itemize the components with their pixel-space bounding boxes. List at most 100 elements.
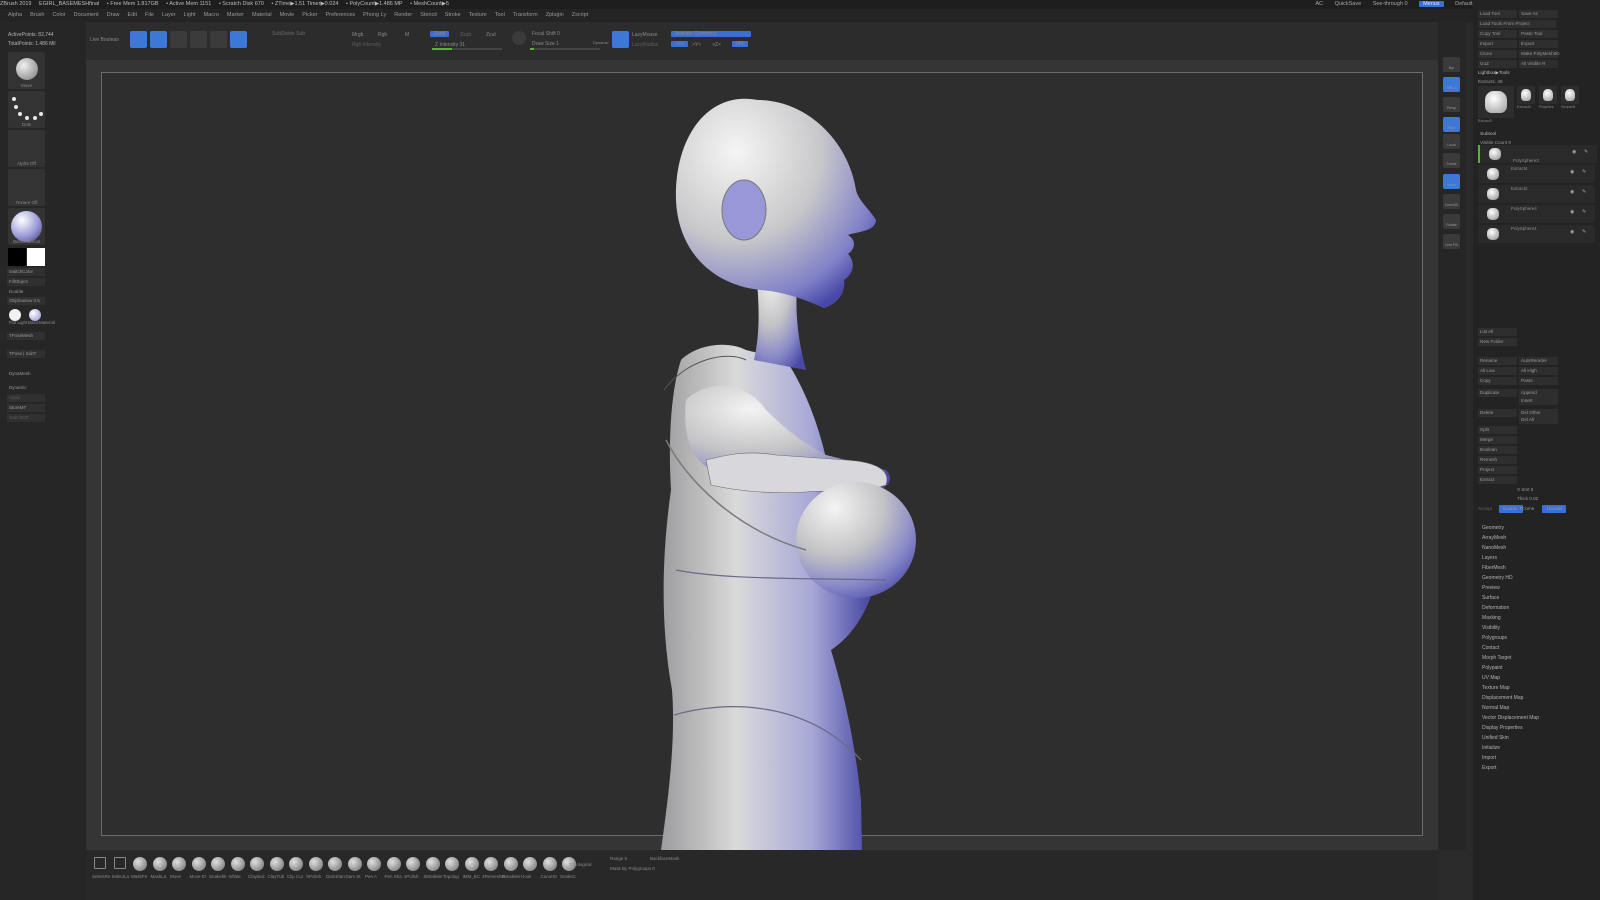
subtool-op-left[interactable]: Merge [1478, 436, 1517, 444]
fill-object-button[interactable]: FillObject [7, 278, 45, 286]
nav-zoom3d-button[interactable]: Zoom3D [1443, 194, 1460, 209]
tcorne-toggle[interactable]: TCorne [1519, 505, 1539, 513]
menu-layer[interactable]: Layer [162, 12, 176, 18]
sculpt-model-figure[interactable] [86, 60, 1438, 850]
tool-menu-export[interactable]: Export [1482, 765, 1496, 771]
tool-thumb-simpleb[interactable]: SimpleB [1561, 86, 1579, 109]
menu-brush[interactable]: Brush [30, 12, 44, 18]
brush-zmodeler-button[interactable] [425, 857, 440, 871]
lazymouse-icon[interactable] [612, 31, 629, 48]
subtool-op-left[interactable]: Remesh [1478, 456, 1517, 464]
menu-preferences[interactable]: Preferences [326, 12, 356, 18]
accept-button[interactable]: Accept [1478, 505, 1498, 513]
zcut-button[interactable]: Zcut [486, 32, 496, 38]
nav-spix-3-button[interactable]: SPix 3 [1443, 77, 1460, 92]
lazyradius-slider[interactable]: LazyRadius [632, 42, 658, 48]
nav-local-button[interactable]: Local [1443, 134, 1460, 149]
menu-light[interactable]: Light [184, 12, 196, 18]
subtool-eye-icon[interactable]: ◉ [1570, 209, 1574, 215]
menu-zscript[interactable]: Zscript [572, 12, 589, 18]
menu-material[interactable]: Material [252, 12, 272, 18]
edit-button[interactable] [130, 31, 147, 48]
subtool-op-right[interactable]: All High [1519, 367, 1558, 375]
tool-row-left-button[interactable]: Load Tool [1478, 10, 1517, 18]
subtool-op-right[interactable]: Append [1519, 389, 1558, 397]
tool-thumb-polymes[interactable]: PolyMes [1539, 86, 1557, 109]
menu-draw[interactable]: Draw [107, 12, 120, 18]
double-label[interactable]: Double [7, 288, 45, 296]
focal-shift-slider[interactable]: Focal Shift 0 [532, 31, 560, 37]
brush-selectla-button[interactable] [113, 857, 126, 869]
backface-mask-button[interactable]: BackfaceMask [650, 856, 679, 861]
tool-thumb-extract2[interactable]: Extract2 [1478, 86, 1514, 123]
subtool-brush-icon[interactable]: ✎ [1584, 149, 1588, 155]
m-button[interactable]: M [405, 32, 409, 38]
sym-x-button[interactable]: >X< [671, 41, 689, 47]
menu-alpha[interactable]: Alpha [8, 12, 22, 18]
brush-inflate-button[interactable] [230, 857, 245, 871]
move-button[interactable] [170, 31, 187, 48]
lazymouse-button[interactable]: LazyMouse [632, 32, 658, 38]
brush-hook-button[interactable] [523, 857, 537, 871]
dynamic-button[interactable]: Dynamic [7, 384, 45, 392]
subtool-row[interactable]: PolySphere3 ◉ ✎ [1478, 145, 1597, 163]
menu-document[interactable]: Document [74, 12, 99, 18]
brush-hpolish-button[interactable] [308, 857, 323, 871]
tool-menu-displacement-map[interactable]: Displacement Map [1482, 695, 1523, 701]
canvas-viewport[interactable] [86, 60, 1438, 850]
brush-pen-sha-button[interactable] [386, 857, 401, 871]
brush-settings-icon[interactable] [512, 31, 526, 45]
subtool-op-left[interactable]: Boolean [1478, 446, 1517, 454]
subtool-op-left[interactable]: Duplicate [1478, 389, 1517, 397]
tool-menu-normal-map[interactable]: Normal Map [1482, 705, 1509, 711]
tool-menu-preview[interactable]: Preview [1482, 585, 1500, 591]
sym-z-button[interactable]: >Z< [712, 42, 721, 48]
tool-menu-geometry[interactable]: Geometry [1482, 525, 1504, 531]
tool-menu-polygroups[interactable]: Polygroups [1482, 635, 1507, 641]
rgb-button[interactable]: Rgb [378, 32, 387, 38]
subtool-op-left[interactable]: All Low [1478, 367, 1517, 375]
subtool-op-left[interactable]: Rename [1478, 357, 1517, 365]
menu-color[interactable]: Color [52, 12, 65, 18]
menu-render[interactable]: Render [394, 12, 412, 18]
tool-row-right-button[interactable]: Save As [1519, 10, 1558, 18]
menu-stencil[interactable]: Stencil [420, 12, 437, 18]
tool-menu-layers[interactable]: Layers [1482, 555, 1497, 561]
tool-menu-vector-displacement-map[interactable]: Vector Displacement Map [1482, 715, 1539, 721]
mrgb-button[interactable]: Mrgb [352, 32, 363, 38]
nav-bpr-button[interactable]: Bpr [1443, 57, 1460, 72]
nav-line-fill-button[interactable]: Line Fill [1443, 234, 1460, 249]
dynamesh-button[interactable]: DynaMesh [7, 370, 45, 378]
tool-menu-uv-map[interactable]: UV Map [1482, 675, 1500, 681]
menu-edit[interactable]: Edit [128, 12, 137, 18]
brush-damstan-button[interactable] [328, 857, 342, 871]
tool-menu-polypaint[interactable]: Polypaint [1482, 665, 1503, 671]
nav-persp-button[interactable]: Persp [1443, 97, 1460, 112]
tool-row-left-button[interactable]: Clone [1478, 50, 1517, 58]
main-color-swatch[interactable] [27, 248, 45, 266]
subtool-op-left[interactable]: List All [1478, 328, 1517, 336]
menu-transform[interactable]: Transform [513, 12, 538, 18]
menu-texture[interactable]: Texture [469, 12, 487, 18]
tool-menu-visibility[interactable]: Visibility [1482, 625, 1500, 631]
tool-row-left-button[interactable]: GoZ [1478, 60, 1517, 68]
tool-menu-deformation[interactable]: Deformation [1482, 605, 1509, 611]
store-mt-button[interactable]: StoreMT [7, 404, 45, 412]
extract-smooth-slider[interactable]: S Smt 5 [1517, 486, 1577, 494]
brush-selectre-button[interactable] [94, 857, 106, 869]
tborder-toggle[interactable]: TBorder [1542, 505, 1566, 513]
nav-frame-button[interactable]: Frame [1443, 153, 1460, 168]
subtool-op-right[interactable]: Insert [1519, 397, 1558, 405]
menu-file[interactable]: File [145, 12, 154, 18]
nav-rotate-button[interactable]: Rotate [1443, 214, 1460, 229]
tool-row-right-button[interactable]: All Visible R [1519, 60, 1558, 68]
brush-claybuil-button[interactable] [250, 857, 264, 871]
mask-by-polygroups-slider[interactable]: Mask By Polygroups 0 [610, 866, 655, 871]
subtool-op-left[interactable]: Copy [1478, 377, 1517, 385]
brush-move-el-button[interactable] [191, 857, 206, 871]
range-slider[interactable]: Range 5 [610, 856, 627, 861]
brush-zmodeler-button[interactable] [503, 857, 518, 871]
ac-label[interactable]: AC [1315, 1, 1323, 7]
draw-size-slider[interactable]: Draw Size 1 [532, 41, 559, 47]
tool-menu-nanomesh[interactable]: NanoMesh [1482, 545, 1506, 551]
